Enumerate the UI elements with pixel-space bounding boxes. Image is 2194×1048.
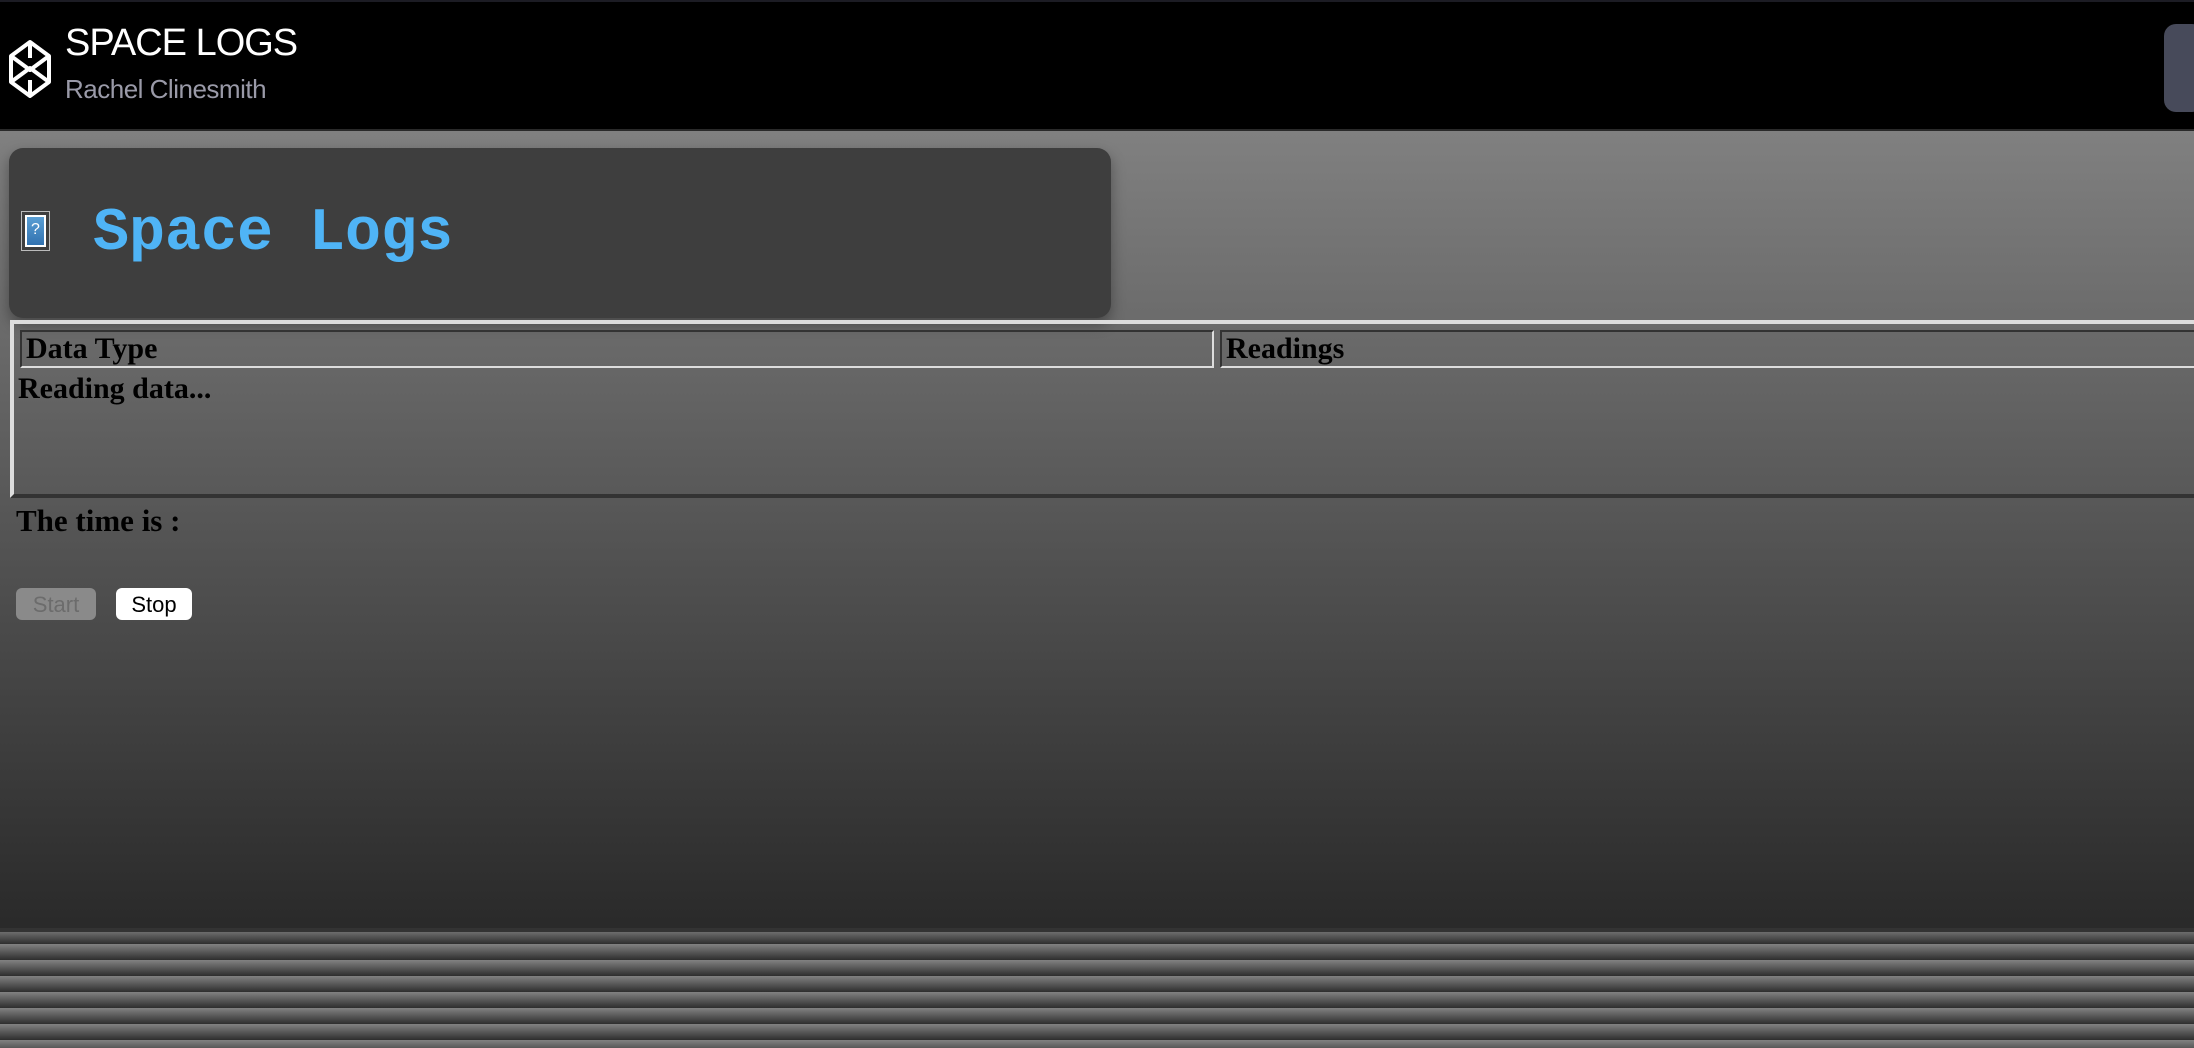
broken-image-icon: ? (21, 211, 50, 251)
codepen-cube-icon (9, 40, 51, 98)
readings-table: Data Type Readings Reading data... (10, 320, 2194, 498)
column-header-data-type: Data Type (20, 330, 1214, 368)
title-card: ? Space Logs (9, 148, 1111, 318)
header-action-button[interactable] (2164, 24, 2194, 112)
author-name[interactable]: Rachel Clinesmith (65, 74, 267, 105)
loading-status: Reading data... (18, 372, 212, 405)
time-label: The time is : (16, 503, 181, 538)
app-title[interactable]: SPACE LOGS (65, 22, 298, 65)
start-button[interactable]: Start (16, 588, 96, 620)
stop-button[interactable]: Stop (116, 588, 192, 620)
striped-footer-background (0, 928, 2194, 1048)
column-header-readings: Readings (1220, 330, 2194, 368)
top-bar: SPACE LOGS Rachel Clinesmith (0, 0, 2194, 131)
page-content: ? Space Logs Data Type Readings Reading … (0, 131, 2194, 931)
page-title: Space Logs (93, 200, 454, 268)
broken-image-glyph: ? (25, 215, 46, 247)
